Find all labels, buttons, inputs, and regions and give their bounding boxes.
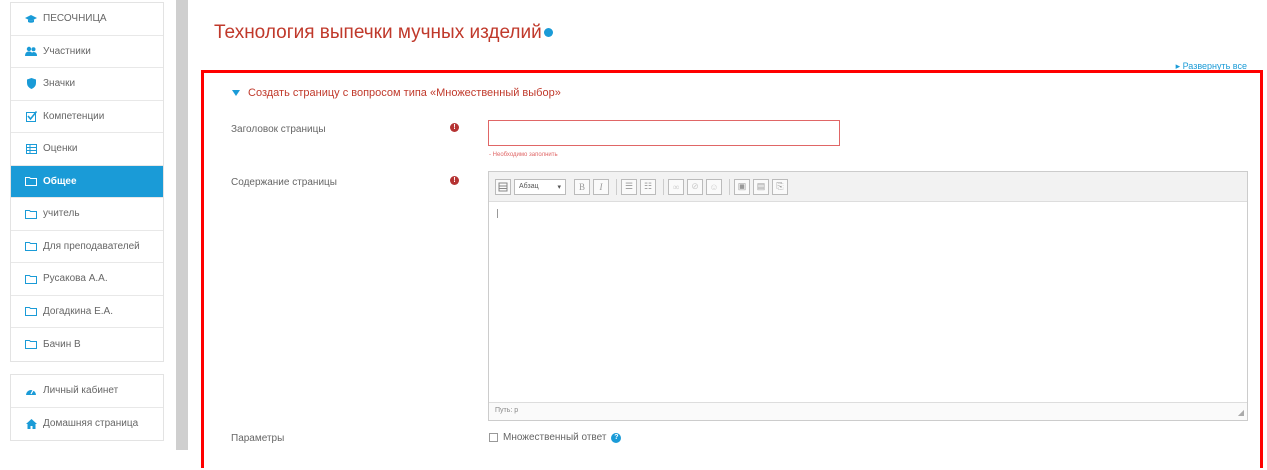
section-heading[interactable]: Создать страницу с вопросом типа «Множес…: [232, 87, 561, 99]
resize-handle-icon[interactable]: ◢: [1238, 408, 1244, 417]
toolbar-toggle-icon[interactable]: [495, 178, 511, 195]
graduation-cap-icon: [25, 13, 37, 25]
required-icon: !: [450, 176, 459, 185]
page-title-text: Технология выпечки мучных изделий: [214, 22, 542, 43]
sidebar-item-for-teachers[interactable]: Для преподавателей: [11, 231, 163, 263]
bullet-list-icon[interactable]: ☰: [621, 178, 637, 195]
sidebar-scrollbar[interactable]: [176, 0, 188, 450]
toolbar-separator: [616, 178, 617, 195]
rich-text-editor[interactable]: Абзац ▾ B I ☰ ☷ ∞ ⊘ ☺ ▣ ▤ ⎘ Путь: p ◢: [488, 171, 1248, 421]
shield-icon: [25, 78, 37, 90]
folder-icon: [25, 208, 37, 220]
text-caret: [497, 209, 498, 218]
table-icon: [25, 143, 37, 155]
folder-icon: [25, 305, 37, 317]
users-icon: [25, 45, 37, 57]
sidebar-item-rusakova[interactable]: Русакова А.А.: [11, 263, 163, 296]
sidebar-item-label: Личный кабинет: [43, 385, 119, 397]
sidebar-item-label: Домашняя страница: [43, 418, 139, 430]
page-title: Технология выпечки мучных изделий: [214, 22, 553, 44]
folder-icon: [25, 175, 37, 187]
required-note: - Необходимо заполнить: [489, 152, 558, 158]
sidebar-item-label: Догадкина Е.А.: [43, 305, 113, 317]
folder-icon: [25, 273, 37, 285]
editor-toolbar: Абзац ▾ B I ☰ ☷ ∞ ⊘ ☺ ▣ ▤ ⎘: [489, 172, 1247, 202]
multiple-answer-label: Множественный ответ: [503, 432, 607, 443]
sidebar-item-label: учитель: [43, 208, 80, 220]
numbered-list-icon[interactable]: ☷: [640, 178, 656, 195]
toolbar-separator: [663, 178, 664, 195]
home-icon: [25, 418, 37, 430]
page-content-label: Содержание страницы: [231, 177, 337, 188]
sidebar-item-home[interactable]: Домашняя страница: [11, 408, 163, 441]
manage-files-icon[interactable]: ⎘: [772, 178, 788, 195]
sidebar-user-block: Личный кабинет Домашняя страница: [10, 374, 164, 441]
sidebar: ПЕСОЧНИЦА Участники Значки Компетенции О…: [0, 0, 176, 470]
help-icon[interactable]: ?: [611, 432, 622, 443]
sidebar-item-label: Компетенции: [43, 110, 105, 122]
page-title-input[interactable]: [488, 120, 840, 146]
required-icon: !: [450, 123, 459, 132]
sidebar-item-grades[interactable]: Оценки: [11, 133, 163, 166]
editor-path: Путь: p: [495, 407, 519, 414]
italic-icon[interactable]: I: [593, 178, 609, 195]
sidebar-item-label: ПЕСОЧНИЦА: [43, 13, 107, 25]
section-heading-text: Создать страницу с вопросом типа «Множес…: [248, 87, 561, 99]
sidebar-item-dogadkina[interactable]: Догадкина Е.А.: [11, 296, 163, 328]
page: ПЕСОЧНИЦА Участники Значки Компетенции О…: [0, 0, 1267, 470]
chevron-down-icon: ▾: [557, 183, 561, 191]
checkbox-icon: [25, 110, 37, 122]
folder-icon: [25, 338, 37, 350]
folder-icon: [25, 240, 37, 252]
emoticon-icon[interactable]: ☺: [706, 178, 722, 195]
sidebar-item-participants[interactable]: Участники: [11, 36, 163, 68]
sidebar-item-label: Значки: [43, 78, 76, 90]
bold-icon[interactable]: B: [574, 178, 590, 195]
media-icon[interactable]: ▤: [753, 178, 769, 195]
sidebar-item-badges[interactable]: Значки: [11, 68, 163, 101]
sidebar-nav-block: ПЕСОЧНИЦА Участники Значки Компетенции О…: [10, 2, 164, 362]
link-icon[interactable]: ∞: [668, 178, 684, 195]
params-label: Параметры: [231, 433, 285, 444]
sidebar-item-sandbox[interactable]: ПЕСОЧНИЦА: [11, 3, 163, 36]
sidebar-item-label: Общее: [43, 175, 77, 187]
sidebar-item-label: Бачин В: [43, 338, 81, 350]
sidebar-item-general[interactable]: Общее: [11, 165, 163, 198]
sidebar-item-competencies[interactable]: Компетенции: [11, 101, 163, 133]
format-select-value: Абзац: [519, 183, 539, 190]
editor-content-area[interactable]: [489, 203, 1247, 403]
sidebar-item-dashboard[interactable]: Личный кабинет: [11, 375, 163, 408]
page-title-label: Заголовок страницы: [231, 124, 326, 135]
dashboard-icon: [25, 385, 37, 397]
sidebar-item-bachin[interactable]: Бачин В: [11, 328, 163, 361]
help-icon[interactable]: [543, 28, 553, 38]
sidebar-item-label: Оценки: [43, 143, 78, 155]
sidebar-item-label: Участники: [43, 45, 91, 57]
sidebar-item-label: Для преподавателей: [43, 240, 140, 252]
toolbar-separator: [729, 178, 730, 195]
collapse-triangle-icon: [232, 90, 240, 97]
editor-status-bar: Путь: p: [489, 402, 1247, 420]
sidebar-item-teacher[interactable]: учитель: [11, 198, 163, 231]
unlink-icon[interactable]: ⊘: [687, 178, 703, 195]
image-icon[interactable]: ▣: [734, 178, 750, 195]
multiple-answer-checkbox[interactable]: [489, 433, 498, 442]
paragraph-format-select[interactable]: Абзац ▾: [514, 178, 566, 195]
multiple-answer-row: Множественный ответ ?: [489, 432, 622, 443]
sidebar-item-label: Русакова А.А.: [43, 273, 108, 285]
